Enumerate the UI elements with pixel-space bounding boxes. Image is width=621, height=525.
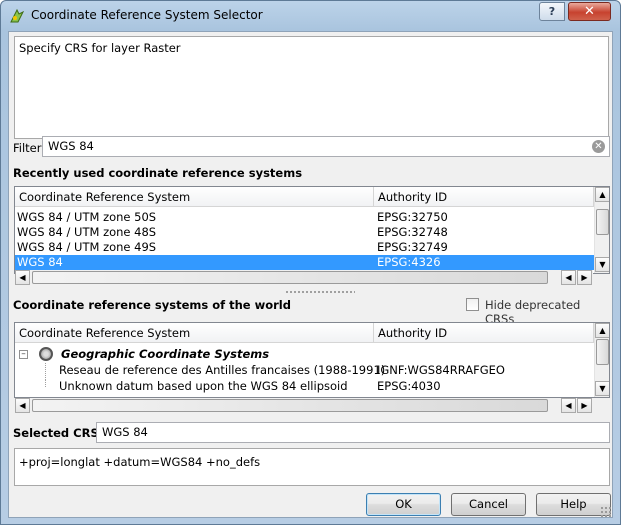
- world-col-crs[interactable]: Coordinate Reference System: [15, 323, 374, 343]
- close-button[interactable]: ✕: [568, 2, 611, 21]
- filter-value: WGS 84: [48, 139, 94, 153]
- recent-vertical-scrollbar[interactable]: ▲ ▼: [594, 187, 609, 273]
- panel-splitter[interactable]: [285, 290, 355, 294]
- tree-item[interactable]: Unknown datum based upon the WGS 84 elli…: [15, 379, 594, 394]
- recent-row-id: EPSG:32748: [377, 225, 448, 239]
- scroll-thumb[interactable]: [596, 339, 609, 365]
- scroll-left-arrow-icon[interactable]: ◀: [15, 270, 30, 285]
- collapse-icon[interactable]: –: [19, 350, 28, 359]
- recent-row-name: WGS 84 / UTM zone 49S: [17, 240, 157, 254]
- recent-row-id: EPSG:32750: [377, 210, 448, 224]
- filter-input[interactable]: WGS 84 ✕: [42, 136, 610, 157]
- scroll-thumb[interactable]: [32, 271, 548, 284]
- clear-filter-icon[interactable]: ✕: [592, 140, 605, 153]
- scroll-down-arrow-icon[interactable]: ▼: [595, 381, 609, 396]
- world-col-authority[interactable]: Authority ID: [374, 323, 594, 343]
- selected-crs-label: Selected CRS:: [13, 426, 104, 440]
- recent-table-header: Coordinate Reference System Authority ID: [15, 187, 594, 207]
- scroll-left-arrow-icon[interactable]: ◀: [561, 398, 576, 413]
- scroll-right-arrow-icon[interactable]: ▶: [577, 270, 592, 285]
- tree-item-id: EPSG:4030: [377, 379, 441, 393]
- dialog-body: Specify CRS for layer Raster Filter WGS …: [8, 31, 613, 518]
- recent-row-id: EPSG:32749: [377, 240, 448, 254]
- tree-line: [45, 379, 46, 387]
- scroll-up-arrow-icon[interactable]: ▲: [595, 323, 609, 338]
- tree-line: [45, 363, 46, 378]
- recent-horizontal-scrollbar[interactable]: ◀ ◀ ▶: [15, 270, 593, 286]
- scroll-thumb[interactable]: [32, 399, 548, 412]
- selected-crs-field[interactable]: WGS 84: [96, 422, 610, 443]
- recent-row-name: WGS 84 / UTM zone 50S: [17, 210, 157, 224]
- recent-row-selected[interactable]: WGS 84 EPSG:4326: [15, 255, 594, 270]
- recent-crs-table[interactable]: Coordinate Reference System Authority ID…: [14, 186, 610, 274]
- scroll-down-arrow-icon[interactable]: ▼: [595, 257, 609, 272]
- description-panel: Specify CRS for layer Raster: [14, 36, 609, 139]
- hide-deprecated-checkbox[interactable]: [466, 298, 479, 311]
- scroll-thumb[interactable]: [596, 209, 609, 235]
- selected-crs-value: WGS 84: [102, 425, 148, 439]
- tree-item-name: Reseau de reference des Antilles francai…: [59, 363, 386, 377]
- scroll-up-arrow-icon[interactable]: ▲: [595, 187, 609, 202]
- globe-icon: [39, 347, 53, 361]
- title-bar[interactable]: Coordinate Reference System Selector ? ✕: [1, 1, 620, 31]
- world-horizontal-scrollbar[interactable]: ◀ ◀ ▶: [15, 398, 593, 414]
- scroll-left-arrow-icon[interactable]: ◀: [561, 270, 576, 285]
- proj-string-panel: +proj=longlat +datum=WGS84 +no_defs: [14, 448, 610, 486]
- tree-item-name: Unknown datum based upon the WGS 84 elli…: [59, 379, 348, 393]
- recent-col-crs[interactable]: Coordinate Reference System: [15, 187, 374, 207]
- filter-label: Filter: [13, 141, 42, 155]
- recent-row-name: WGS 84: [17, 255, 63, 269]
- ok-button[interactable]: OK: [366, 493, 441, 516]
- qgis-app-icon: [10, 8, 25, 23]
- recent-col-authority[interactable]: Authority ID: [374, 187, 594, 207]
- tree-group-label: Geographic Coordinate Systems: [61, 347, 270, 361]
- proj-string-text: +proj=longlat +datum=WGS84 +no_defs: [19, 455, 261, 469]
- world-table-header: Coordinate Reference System Authority ID: [15, 323, 594, 343]
- world-vertical-scrollbar[interactable]: ▲ ▼: [594, 323, 609, 397]
- tree-group-row[interactable]: – Geographic Coordinate Systems: [15, 347, 594, 362]
- resize-grip[interactable]: [600, 506, 612, 518]
- tree-item-id: IGNF:WGS84RRAFGEO: [377, 363, 505, 377]
- tree-item[interactable]: Reseau de reference des Antilles francai…: [15, 363, 594, 378]
- recent-row[interactable]: WGS 84 / UTM zone 49S EPSG:32749: [15, 240, 594, 255]
- cancel-button[interactable]: Cancel: [451, 493, 526, 516]
- recent-crs-heading: Recently used coordinate reference syste…: [13, 166, 303, 180]
- window-title: Coordinate Reference System Selector: [31, 8, 263, 22]
- context-help-button[interactable]: ?: [539, 2, 565, 21]
- recent-row[interactable]: WGS 84 / UTM zone 50S EPSG:32750: [15, 210, 594, 225]
- world-crs-tree[interactable]: Coordinate Reference System Authority ID…: [14, 322, 610, 398]
- recent-row[interactable]: WGS 84 / UTM zone 48S EPSG:32748: [15, 225, 594, 240]
- recent-row-name: WGS 84 / UTM zone 48S: [17, 225, 157, 239]
- scroll-right-arrow-icon[interactable]: ▶: [577, 398, 592, 413]
- scroll-left-arrow-icon[interactable]: ◀: [15, 398, 30, 413]
- world-crs-heading: Coordinate reference systems of the worl…: [13, 298, 291, 312]
- crs-selector-window: Coordinate Reference System Selector ? ✕…: [0, 0, 621, 525]
- recent-row-id: EPSG:4326: [377, 255, 441, 269]
- description-text: Specify CRS for layer Raster: [19, 41, 181, 55]
